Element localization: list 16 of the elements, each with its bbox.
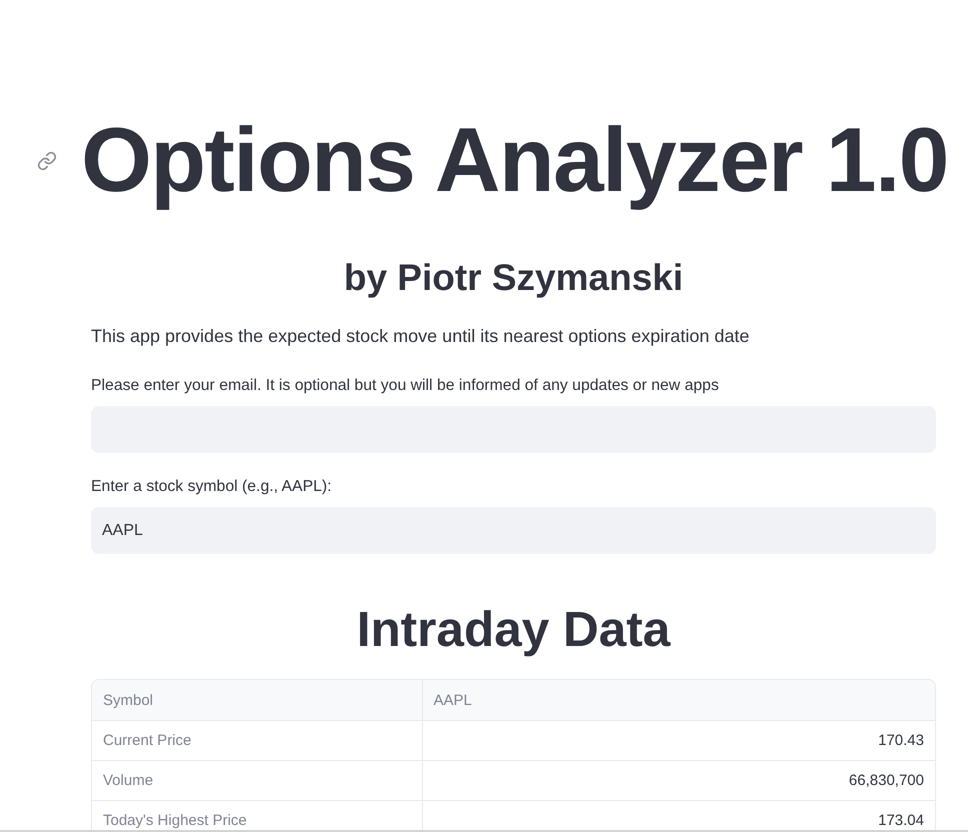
table-cell: 170.43 [422,720,935,760]
section-title: Intraday Data [356,601,670,660]
table-cell: 173.04 [422,800,935,830]
row-label-cell: Today's Highest Price [92,800,422,830]
table-cell: 66,830,700 [422,760,935,800]
field-label: Enter a stock symbol (e.g., AAPL): [91,477,332,498]
table-header-cell: Symbol [92,680,422,720]
field-label: Please enter your email. It is optional but you will be informed of any updates or new apps [91,376,719,396]
table-header-cell: AAPL [422,680,935,720]
row-label-cell: Volume [92,760,422,800]
subtitle: by Piotr Szymanski [344,256,684,300]
row-label-cell: Current Price [92,720,422,760]
description-text: This app provides the expected stock move until its nearest options expiration date [91,325,750,348]
page-title: Options Analyzer 1.0 [81,109,948,213]
link-icon[interactable] [37,151,58,172]
stock-symbol-field[interactable]: AAPL [91,507,936,554]
